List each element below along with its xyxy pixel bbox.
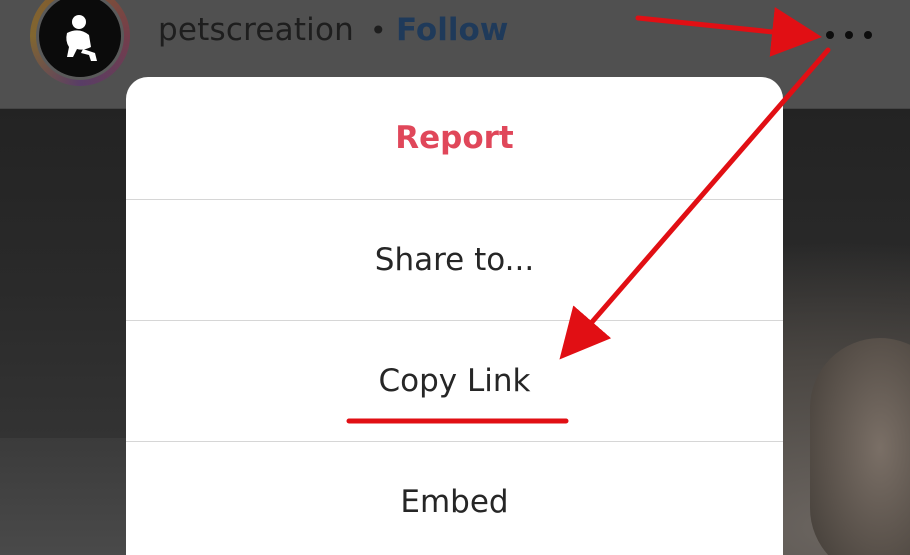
share-to-menu-item[interactable]: Share to...: [126, 200, 783, 320]
embed-label: Embed: [400, 484, 509, 520]
instagram-post-screen: petscreation • Follow Report Share to...…: [0, 0, 910, 555]
report-label: Report: [395, 120, 514, 156]
post-image-left-shape: [0, 438, 130, 555]
separator-dot: •: [370, 14, 387, 47]
report-menu-item[interactable]: Report: [126, 77, 783, 199]
post-options-menu: Report Share to... Copy Link Embed: [126, 77, 783, 555]
copy-link-menu-item[interactable]: Copy Link: [126, 321, 783, 441]
baby-silhouette-icon: [66, 15, 97, 61]
more-dot-1: [826, 31, 834, 39]
follow-button[interactable]: Follow: [396, 12, 508, 48]
embed-menu-item[interactable]: Embed: [126, 442, 783, 555]
more-dot-2: [845, 31, 853, 39]
share-to-label: Share to...: [374, 242, 535, 278]
post-image-face: [810, 338, 910, 555]
copy-link-label: Copy Link: [378, 363, 531, 399]
username[interactable]: petscreation: [158, 12, 354, 48]
more-dot-3: [864, 31, 872, 39]
more-options-icon[interactable]: [826, 22, 872, 48]
